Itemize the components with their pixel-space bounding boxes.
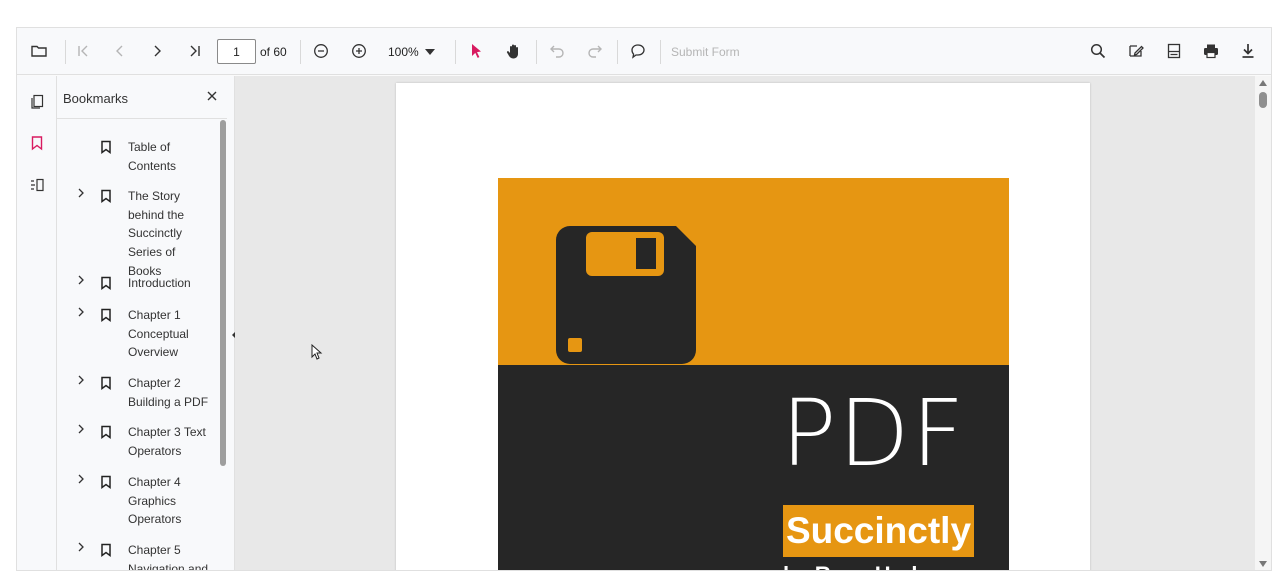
bookmark-icon xyxy=(101,543,111,557)
bookmark-icon xyxy=(101,308,111,322)
toolbar-separator xyxy=(536,40,537,64)
comment-icon[interactable] xyxy=(624,37,652,65)
scrollbar-thumb[interactable] xyxy=(220,120,226,466)
mouse-cursor-icon xyxy=(311,344,323,360)
form-designer-icon[interactable] xyxy=(1160,37,1188,65)
scroll-up-icon[interactable] xyxy=(1259,80,1267,86)
chevron-right-icon[interactable] xyxy=(75,473,87,485)
zoom-value: 100% xyxy=(388,44,419,59)
bookmark-label[interactable]: Introduction xyxy=(128,274,212,293)
zoom-in-icon[interactable] xyxy=(345,37,373,65)
bookmark-icon xyxy=(101,425,111,439)
pdf-viewer: of 60 100% Submit Form xyxy=(16,27,1272,571)
bookmark-list: Table of Contents The Story behind the S… xyxy=(57,119,215,570)
bookmark-scrollbar[interactable] xyxy=(218,120,227,570)
bookmark-panel-icon[interactable] xyxy=(25,131,49,155)
bookmark-icon xyxy=(101,189,111,203)
document-scrollbar[interactable] xyxy=(1255,76,1271,570)
text-select-icon[interactable] xyxy=(462,37,490,65)
chevron-right-icon[interactable] xyxy=(75,274,87,286)
page-thumbnails-icon[interactable] xyxy=(25,90,49,114)
bookmark-label[interactable]: Chapter 4 Graphics Operators xyxy=(128,473,212,529)
navigation-rail xyxy=(17,76,57,570)
cover-title: PDF xyxy=(781,380,967,487)
toolbar-separator xyxy=(65,40,66,64)
toolbar-separator xyxy=(617,40,618,64)
next-page-icon[interactable] xyxy=(143,37,171,65)
chevron-right-icon[interactable] xyxy=(75,187,87,199)
page-count-label: of 60 xyxy=(260,45,287,59)
redo-icon[interactable] xyxy=(581,37,609,65)
zoom-out-icon[interactable] xyxy=(307,37,335,65)
document-viewport[interactable]: PDF Succinctly by Ryan Hodson xyxy=(235,76,1255,570)
page-number-input[interactable] xyxy=(217,39,256,64)
bookmark-icon xyxy=(101,140,111,154)
last-page-icon[interactable] xyxy=(181,37,209,65)
bookmark-label[interactable]: Chapter 5 Navigation and xyxy=(128,541,212,570)
bookmark-icon xyxy=(101,276,111,290)
cover-badge: Succinctly xyxy=(783,505,974,557)
pan-hand-icon[interactable] xyxy=(500,37,528,65)
scroll-down-icon[interactable] xyxy=(1259,561,1267,567)
bookmark-label[interactable]: Chapter 2 Building a PDF xyxy=(128,374,212,411)
folder-icon[interactable] xyxy=(25,37,53,65)
chevron-right-icon[interactable] xyxy=(75,541,87,553)
toolbar-separator xyxy=(455,40,456,64)
search-icon[interactable] xyxy=(1084,37,1112,65)
toolbar-separator xyxy=(660,40,661,64)
chevron-right-icon[interactable] xyxy=(75,423,87,435)
undo-icon[interactable] xyxy=(543,37,571,65)
print-icon[interactable] xyxy=(1197,37,1225,65)
submit-form-button[interactable]: Submit Form xyxy=(671,45,740,59)
download-icon[interactable] xyxy=(1234,37,1262,65)
chevron-right-icon[interactable] xyxy=(75,306,87,318)
bookmark-label[interactable]: Chapter 3 Text Operators xyxy=(128,423,212,460)
scrollbar-thumb[interactable] xyxy=(1259,92,1267,108)
bookmark-icon xyxy=(101,376,111,390)
cover-author: by Ryan Hodson xyxy=(783,562,957,570)
panel-title: Bookmarks xyxy=(63,91,129,106)
bookmark-label[interactable]: The Story behind the Succinctly Series o… xyxy=(128,187,212,281)
edit-annotation-icon[interactable] xyxy=(1122,37,1150,65)
chevron-down-icon xyxy=(424,48,435,55)
first-page-icon[interactable] xyxy=(69,37,97,65)
bookmark-label[interactable]: Table of Contents xyxy=(128,138,212,175)
bookmarks-panel: Bookmarks Table of Contents The Story be… xyxy=(57,76,235,570)
bookmark-label[interactable]: Chapter 1 Conceptual Overview xyxy=(128,306,212,362)
chevron-right-icon[interactable] xyxy=(75,374,87,386)
bookmark-icon xyxy=(101,475,111,489)
previous-page-icon[interactable] xyxy=(106,37,134,65)
pdf-page: PDF Succinctly by Ryan Hodson xyxy=(396,83,1090,570)
toolbar-separator xyxy=(300,40,301,64)
floppy-disk-icon xyxy=(556,226,696,364)
book-cover: PDF Succinctly by Ryan Hodson xyxy=(498,178,1009,570)
organize-pages-icon[interactable] xyxy=(25,173,49,197)
main-toolbar: of 60 100% Submit Form xyxy=(17,28,1271,75)
close-icon[interactable] xyxy=(202,86,222,106)
zoom-dropdown[interactable]: 100% xyxy=(388,39,435,64)
